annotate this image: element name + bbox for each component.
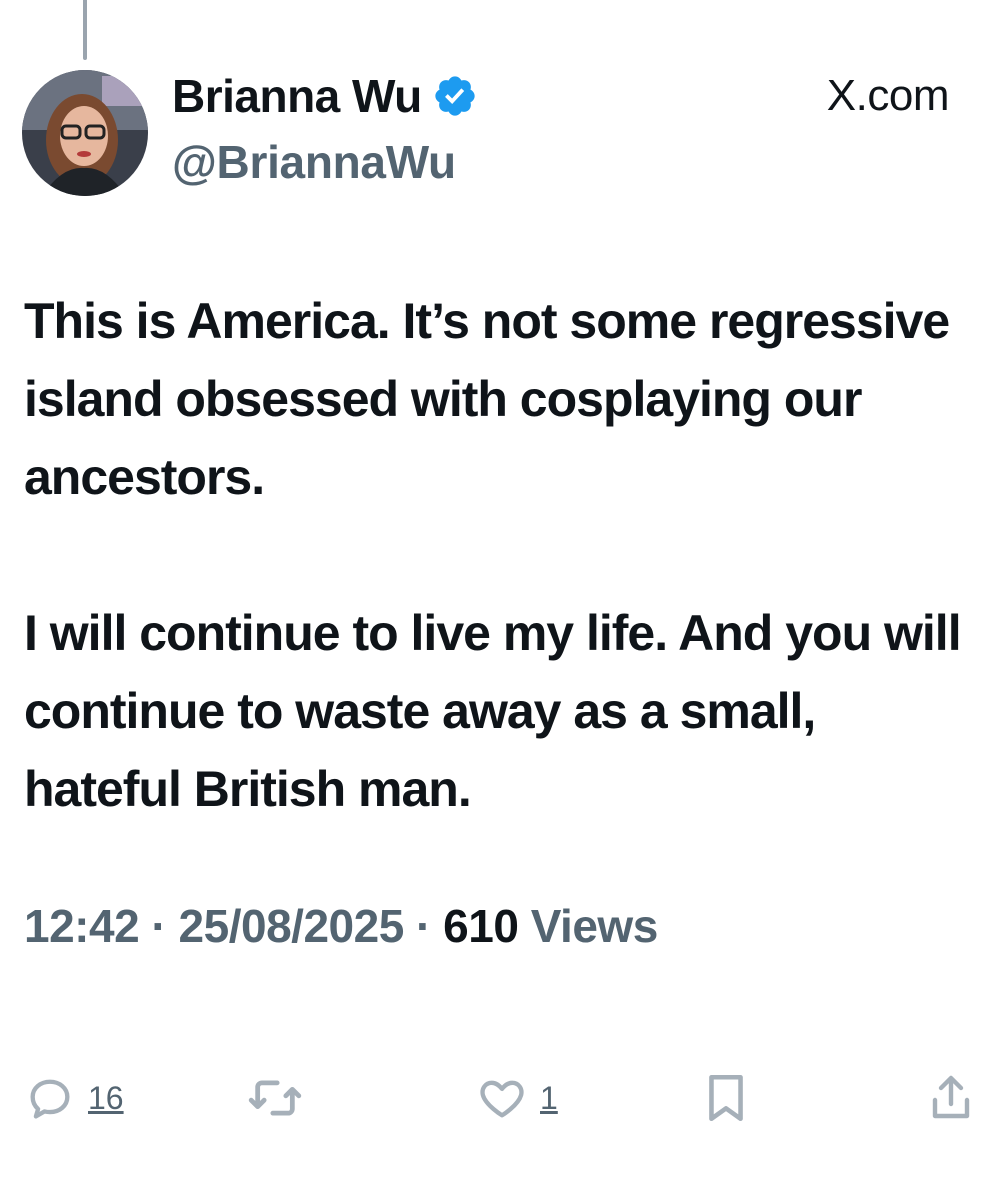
tweet-time[interactable]: 12:42 [24, 900, 140, 952]
tweet-date[interactable]: 25/08/2025 [179, 900, 405, 952]
reply-icon [30, 1079, 70, 1119]
tweet-meta: 12:42 · 25/08/2025 · 610 Views [24, 896, 658, 956]
verified-icon[interactable] [432, 73, 478, 119]
reply-count[interactable]: 16 [88, 1080, 124, 1117]
tweet-paragraph: I will continue to live my life. And you… [24, 605, 962, 817]
like-icon [480, 1080, 524, 1118]
author-name[interactable]: Brianna Wu [172, 68, 478, 124]
like-count[interactable]: 1 [540, 1080, 558, 1117]
reply-button[interactable]: 16 [24, 1070, 124, 1126]
share-button[interactable] [926, 1070, 976, 1126]
like-button[interactable]: 1 [476, 1070, 558, 1126]
meta-separator: · [139, 900, 179, 952]
views-label: Views [518, 900, 659, 952]
retweet-button[interactable] [246, 1070, 304, 1126]
views-count: 610 [443, 900, 519, 952]
bookmark-button[interactable] [700, 1070, 752, 1126]
tweet-text: This is America. It’s not some regressiv… [24, 282, 974, 828]
thread-connector-line [83, 0, 87, 60]
avatar[interactable] [22, 70, 148, 196]
bookmark-icon [709, 1074, 743, 1122]
retweet-icon [248, 1080, 302, 1116]
author-handle[interactable]: @BriannaWu [172, 134, 456, 190]
author-name-text[interactable]: Brianna Wu [172, 68, 422, 124]
source-label: X.com [826, 71, 950, 120]
tweet-paragraph: This is America. It’s not some regressiv… [24, 293, 950, 505]
meta-separator: · [403, 900, 444, 952]
action-bar: 16 1 [0, 1070, 1001, 1130]
share-icon [932, 1075, 970, 1119]
